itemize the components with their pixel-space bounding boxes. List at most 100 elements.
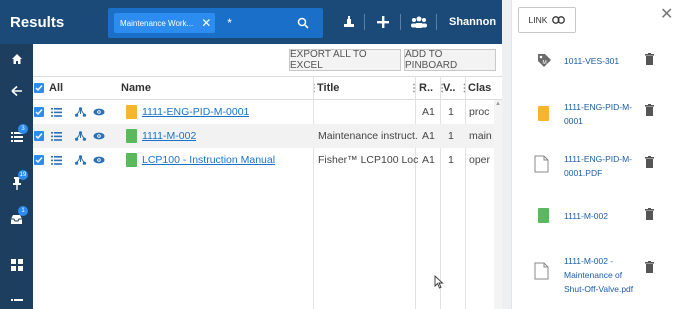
pinboard-panel: LINK ✕ M 1011-VES-301 1111-ENG-PID-M-000… — [511, 0, 686, 309]
table-header: All Name ⋮ Title ⋮ R..⋮ V..⋮ Clas — [33, 76, 502, 100]
check-icon — [35, 157, 43, 164]
eye-icon — [93, 132, 105, 140]
trash-icon[interactable] — [645, 104, 654, 116]
add-to-pinboard-button[interactable]: ADD TO PINBOARD — [404, 49, 496, 71]
vertical-scrollbar[interactable] — [494, 100, 502, 309]
column-name-label: Name — [121, 82, 151, 94]
search-query[interactable]: * — [227, 16, 232, 30]
column-header-class[interactable]: Clas — [468, 77, 491, 99]
svg-text:M: M — [543, 60, 547, 66]
pinboard-item-label[interactable]: 1111-ENG-PID-M-0001.PDF — [564, 152, 636, 180]
row-title — [318, 100, 418, 124]
eye-icon — [93, 108, 105, 116]
pins-badge: 19 — [18, 170, 28, 180]
inbox-badge: 1 — [18, 206, 28, 216]
scale-icon — [344, 16, 354, 27]
trash-icon[interactable] — [645, 208, 654, 220]
row-name-link[interactable]: 1111-M-002 — [142, 124, 196, 148]
sidebar-item-more[interactable] — [0, 290, 33, 309]
row-relations-button[interactable] — [75, 148, 86, 172]
export-all-to-excel-button[interactable]: EXPORT ALL TO EXCEL — [289, 49, 401, 71]
chip-close-icon[interactable]: ✕ — [201, 16, 211, 30]
list-icon — [51, 131, 62, 141]
row-revision: A1 — [422, 106, 435, 118]
trash-icon[interactable] — [645, 53, 654, 65]
search-button[interactable] — [286, 8, 320, 38]
eye-icon — [93, 156, 105, 164]
row-details-button[interactable] — [51, 100, 62, 124]
row-view-button[interactable] — [93, 124, 105, 148]
add-button[interactable] — [373, 12, 393, 32]
row-checkbox[interactable] — [34, 131, 44, 141]
column-revision-label: R.. — [419, 82, 434, 94]
row-title: Fisher™ LCP100 Loca... — [318, 154, 418, 166]
app-title: Results — [10, 13, 65, 31]
column-version-label: V.. — [443, 82, 456, 94]
yellow-doc-icon — [126, 105, 137, 119]
row-relations-button[interactable] — [75, 124, 86, 148]
top-divider — [364, 14, 365, 30]
pinboard-item-label[interactable]: 1011-VES-301 — [564, 54, 636, 68]
trash-icon[interactable] — [645, 261, 654, 273]
document-name[interactable]: 1111-M-002 — [142, 130, 196, 142]
sidebar-item-back[interactable] — [0, 76, 33, 106]
sidebar-item-tasks[interactable]: 3 — [0, 122, 33, 152]
pinboard-item-label[interactable]: 1111-M-002 - Maintenance of Shut-Off-Val… — [564, 254, 636, 296]
list-icon — [51, 155, 62, 165]
groups-button[interactable] — [409, 12, 429, 32]
row-title: Maintenance instruct... — [318, 130, 418, 142]
sidebar: 3 19 1 — [0, 44, 33, 309]
column-header-name[interactable]: Name — [121, 77, 151, 99]
sidebar-item-pins[interactable]: 19 — [0, 168, 33, 198]
row-details-button[interactable] — [51, 148, 62, 172]
scroll-up-icon[interactable]: ▲ — [495, 101, 501, 107]
row-view-button[interactable] — [93, 148, 105, 172]
arrow-left-icon — [10, 85, 22, 97]
table-row[interactable]: 1111-M-002 Maintenance instruct... A1 1 … — [33, 124, 502, 148]
weigh-station-button[interactable] — [339, 12, 359, 32]
filter-chip-label: Maintenance Work... — [120, 18, 194, 28]
link-button-label: LINK — [528, 15, 548, 25]
green-doc-icon — [126, 153, 137, 167]
column-title-menu-icon[interactable]: ⋮ — [405, 77, 419, 99]
select-all-checkbox[interactable] — [34, 83, 44, 93]
row-revision: A1 — [422, 154, 435, 166]
search-icon — [297, 17, 309, 29]
row-details-button[interactable] — [51, 124, 62, 148]
home-icon — [11, 54, 22, 64]
row-checkbox[interactable] — [34, 107, 44, 117]
trash-icon[interactable] — [645, 156, 654, 168]
select-all-label: All — [49, 82, 64, 94]
sidebar-item-inbox[interactable]: 1 — [0, 204, 33, 234]
row-version: 1 — [448, 130, 454, 142]
row-name-link[interactable]: 1111-ENG-PID-M-0001 — [142, 100, 249, 124]
column-header-title[interactable]: Title — [317, 77, 339, 99]
document-name[interactable]: LCP100 - Instruction Manual — [142, 154, 275, 166]
hierarchy-icon — [75, 155, 86, 165]
pinboard-item-label[interactable]: 1111-ENG-PID-M-0001 — [564, 100, 636, 128]
pinboard-item-label[interactable]: 1111-M-002 — [564, 209, 636, 223]
check-icon — [35, 109, 43, 116]
blank-doc-icon — [534, 155, 549, 173]
document-name[interactable]: 1111-ENG-PID-M-0001 — [142, 106, 249, 118]
close-panel-icon[interactable]: ✕ — [660, 4, 673, 24]
row-checkbox[interactable] — [34, 155, 44, 165]
link-button[interactable]: LINK — [518, 7, 576, 33]
row-relations-button[interactable] — [75, 100, 86, 124]
filter-chip[interactable]: Maintenance Work... ✕ — [114, 13, 216, 33]
user-menu[interactable]: Shannon — [449, 16, 496, 28]
row-version: 1 — [448, 106, 454, 118]
row-view-button[interactable] — [93, 100, 105, 124]
sidebar-item-home[interactable] — [0, 44, 33, 74]
tag-icon: M — [538, 54, 551, 67]
sidebar-item-apps[interactable] — [0, 250, 33, 280]
list-numbered-icon — [10, 298, 23, 301]
table-row[interactable]: LCP100 - Instruction Manual Fisher™ LCP1… — [33, 148, 502, 172]
mouse-cursor-icon — [434, 275, 444, 289]
row-name-link[interactable]: LCP100 - Instruction Manual — [142, 148, 275, 172]
table-row[interactable]: 1111-ENG-PID-M-0001 A1 1 proc — [33, 100, 502, 124]
top-divider — [436, 14, 437, 30]
row-class: proc — [469, 106, 490, 118]
link-icon — [552, 16, 566, 24]
top-divider — [400, 14, 401, 30]
